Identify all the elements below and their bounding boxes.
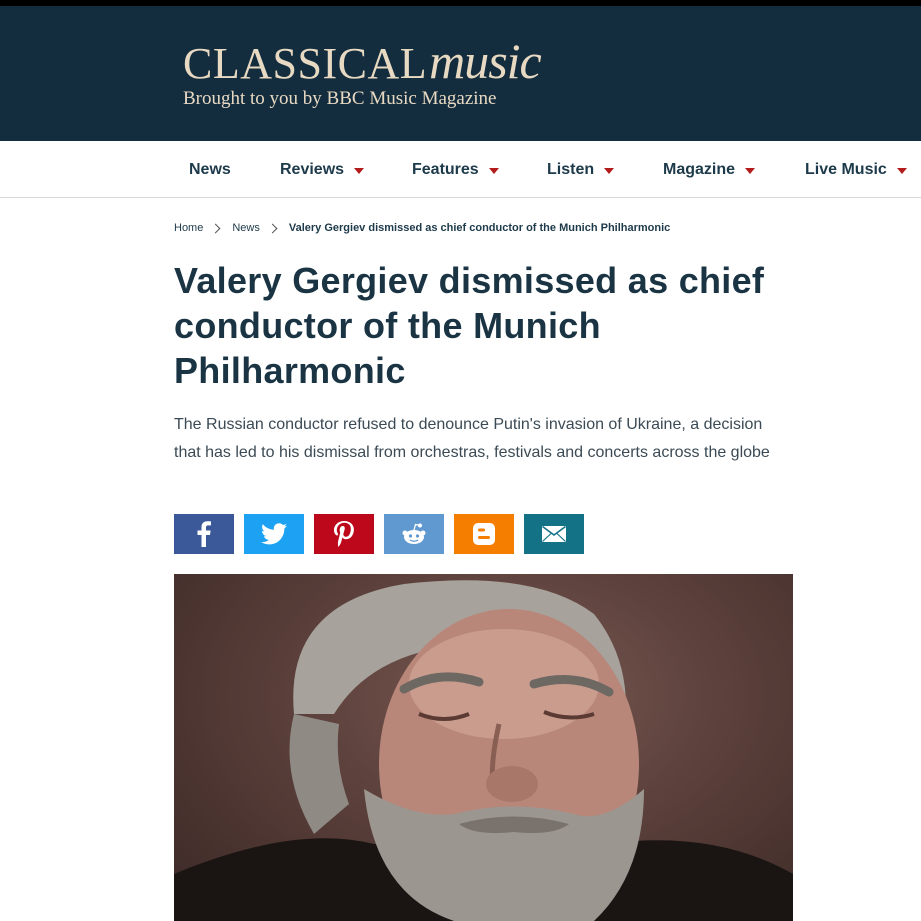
breadcrumb-home-link[interactable]: Home: [174, 222, 203, 234]
nav-item-news[interactable]: News: [189, 141, 231, 198]
caret-down-icon: [354, 167, 365, 174]
email-icon: [542, 525, 566, 542]
share-twitter-button[interactable]: [244, 514, 304, 554]
nav-item-label: News: [189, 160, 231, 178]
article-headline: Valery Gergiev dismissed as chief conduc…: [174, 260, 765, 391]
breadcrumb-current: Valery Gergiev dismissed as chief conduc…: [288, 222, 671, 234]
blogger-icon: [473, 523, 495, 545]
nav-item-live-music[interactable]: Live Music: [805, 141, 907, 198]
nav-item-label: Live Music: [805, 160, 887, 178]
share-reddit-button[interactable]: [384, 514, 444, 554]
site-logo[interactable]: CLASSICAL music Brought to you by BBC Mu…: [183, 32, 542, 110]
logo-music: music: [429, 33, 542, 89]
reddit-icon: [402, 523, 426, 544]
breadcrumb: Home News Valery Gergiev dismissed as ch…: [174, 222, 670, 234]
share-bar: [174, 514, 594, 554]
share-blogger-button[interactable]: [454, 514, 514, 554]
pinterest-icon: [334, 521, 354, 547]
masthead: CLASSICAL music Brought to you by BBC Mu…: [0, 6, 921, 141]
breadcrumb-news-link[interactable]: News: [232, 222, 260, 234]
nav-item-label: Features: [412, 160, 479, 178]
conductor-portrait-illustration: [174, 580, 793, 921]
nav-item-magazine[interactable]: Magazine: [663, 141, 756, 198]
chevron-right-icon: [210, 223, 221, 233]
logo-tagline: Brought to you by BBC Music Magazine: [183, 88, 497, 109]
caret-down-icon: [604, 167, 615, 174]
twitter-icon: [261, 523, 287, 545]
article-hero-image: [174, 574, 793, 921]
share-facebook-button[interactable]: [174, 514, 234, 554]
facebook-icon: [197, 521, 211, 547]
main-nav: News Reviews Features Listen Magazine Li…: [0, 141, 921, 198]
nav-item-reviews[interactable]: Reviews: [280, 141, 365, 198]
logo-classical: CLASSICAL: [183, 39, 428, 88]
nav-item-features[interactable]: Features: [412, 141, 499, 198]
share-email-button[interactable]: [524, 514, 584, 554]
nav-item-label: Magazine: [663, 160, 736, 178]
caret-down-icon: [488, 167, 499, 174]
caret-down-icon: [896, 167, 907, 174]
logo-wordmark: CLASSICAL music: [183, 32, 542, 90]
nav-item-label: Reviews: [280, 160, 345, 178]
chevron-right-icon: [267, 223, 278, 233]
nav-item-listen[interactable]: Listen: [547, 141, 615, 198]
article-standfirst: The Russian conductor refused to denounc…: [174, 416, 770, 461]
nav-item-label: Listen: [547, 160, 595, 178]
caret-down-icon: [745, 167, 756, 174]
share-pinterest-button[interactable]: [314, 514, 374, 554]
